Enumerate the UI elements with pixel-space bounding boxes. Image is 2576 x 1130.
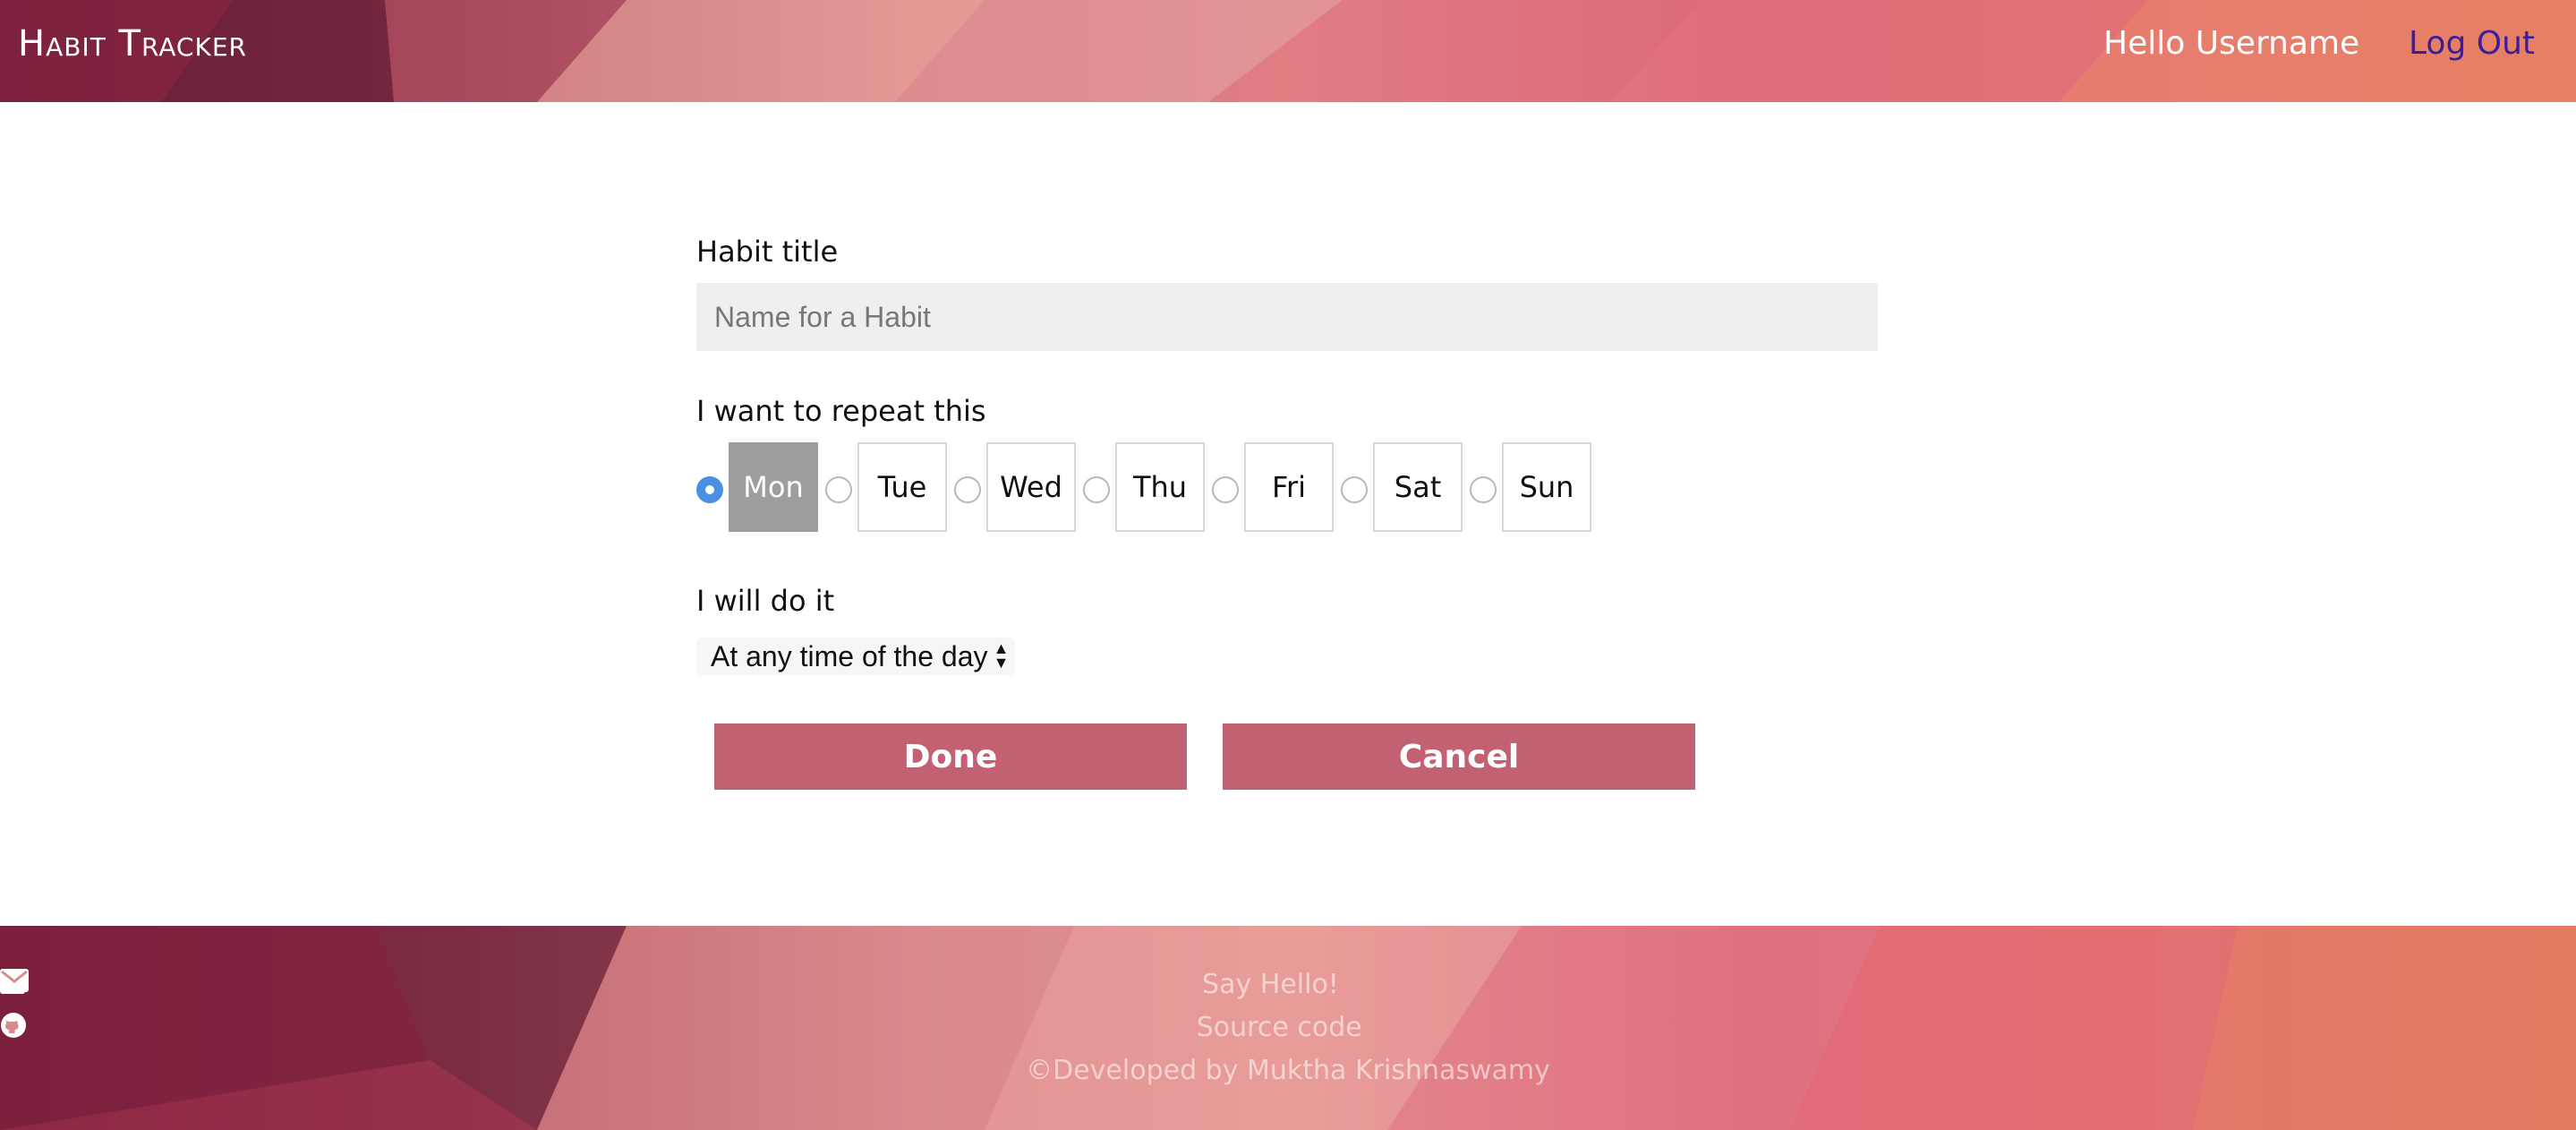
habit-title-input[interactable] (696, 283, 1878, 351)
habit-title-label: Habit title (696, 235, 839, 269)
cancel-button[interactable]: Cancel (1223, 723, 1695, 790)
time-of-day-select[interactable]: At any time of the day ▲ ▼ (696, 638, 1015, 675)
day-box-fri[interactable]: Fri (1244, 442, 1334, 532)
time-label: I will do it (696, 584, 835, 618)
radio-tue[interactable] (825, 476, 852, 503)
say-hello-text: Say Hello! (1202, 969, 1339, 1000)
day-box-mon[interactable]: Mon (729, 442, 818, 532)
day-box-tue[interactable]: Tue (857, 442, 947, 532)
day-box-sat[interactable]: Sat (1373, 442, 1463, 532)
footer: Say Hello! Source code ©Developed by Muk… (0, 926, 2576, 1130)
radio-thu[interactable] (1083, 476, 1110, 503)
day-box-thu[interactable]: Thu (1115, 442, 1205, 532)
repeat-label: I want to repeat this (696, 394, 986, 428)
time-select-value: At any time of the day (711, 639, 988, 672)
day-box-wed[interactable]: Wed (986, 442, 1076, 532)
user-greeting: Hello Username (2103, 25, 2360, 62)
source-code-line: Source code (0, 1012, 2576, 1043)
radio-mon[interactable] (696, 476, 723, 503)
radio-wed[interactable] (954, 476, 981, 503)
say-hello-line: Say Hello! (0, 969, 2576, 1000)
logout-link[interactable]: Log Out (2409, 25, 2535, 62)
radio-sun[interactable] (1470, 476, 1497, 503)
radio-sat[interactable] (1341, 476, 1368, 503)
source-code-link[interactable]: Source code (1197, 1012, 1362, 1043)
header-bar: Habit Tracker Hello Username Log Out (0, 0, 2576, 102)
done-button[interactable]: Done (714, 723, 1187, 790)
select-arrows-icon: ▲ ▼ (993, 639, 1010, 672)
radio-fri[interactable] (1212, 476, 1239, 503)
day-box-sun[interactable]: Sun (1502, 442, 1591, 532)
day-selector: Mon Tue Wed Thu Fri Sat Sun (696, 442, 1878, 532)
developer-credit: ©Developed by Muktha Krishnaswamy (1026, 1055, 1550, 1086)
app-logo[interactable]: Habit Tracker (18, 23, 247, 64)
